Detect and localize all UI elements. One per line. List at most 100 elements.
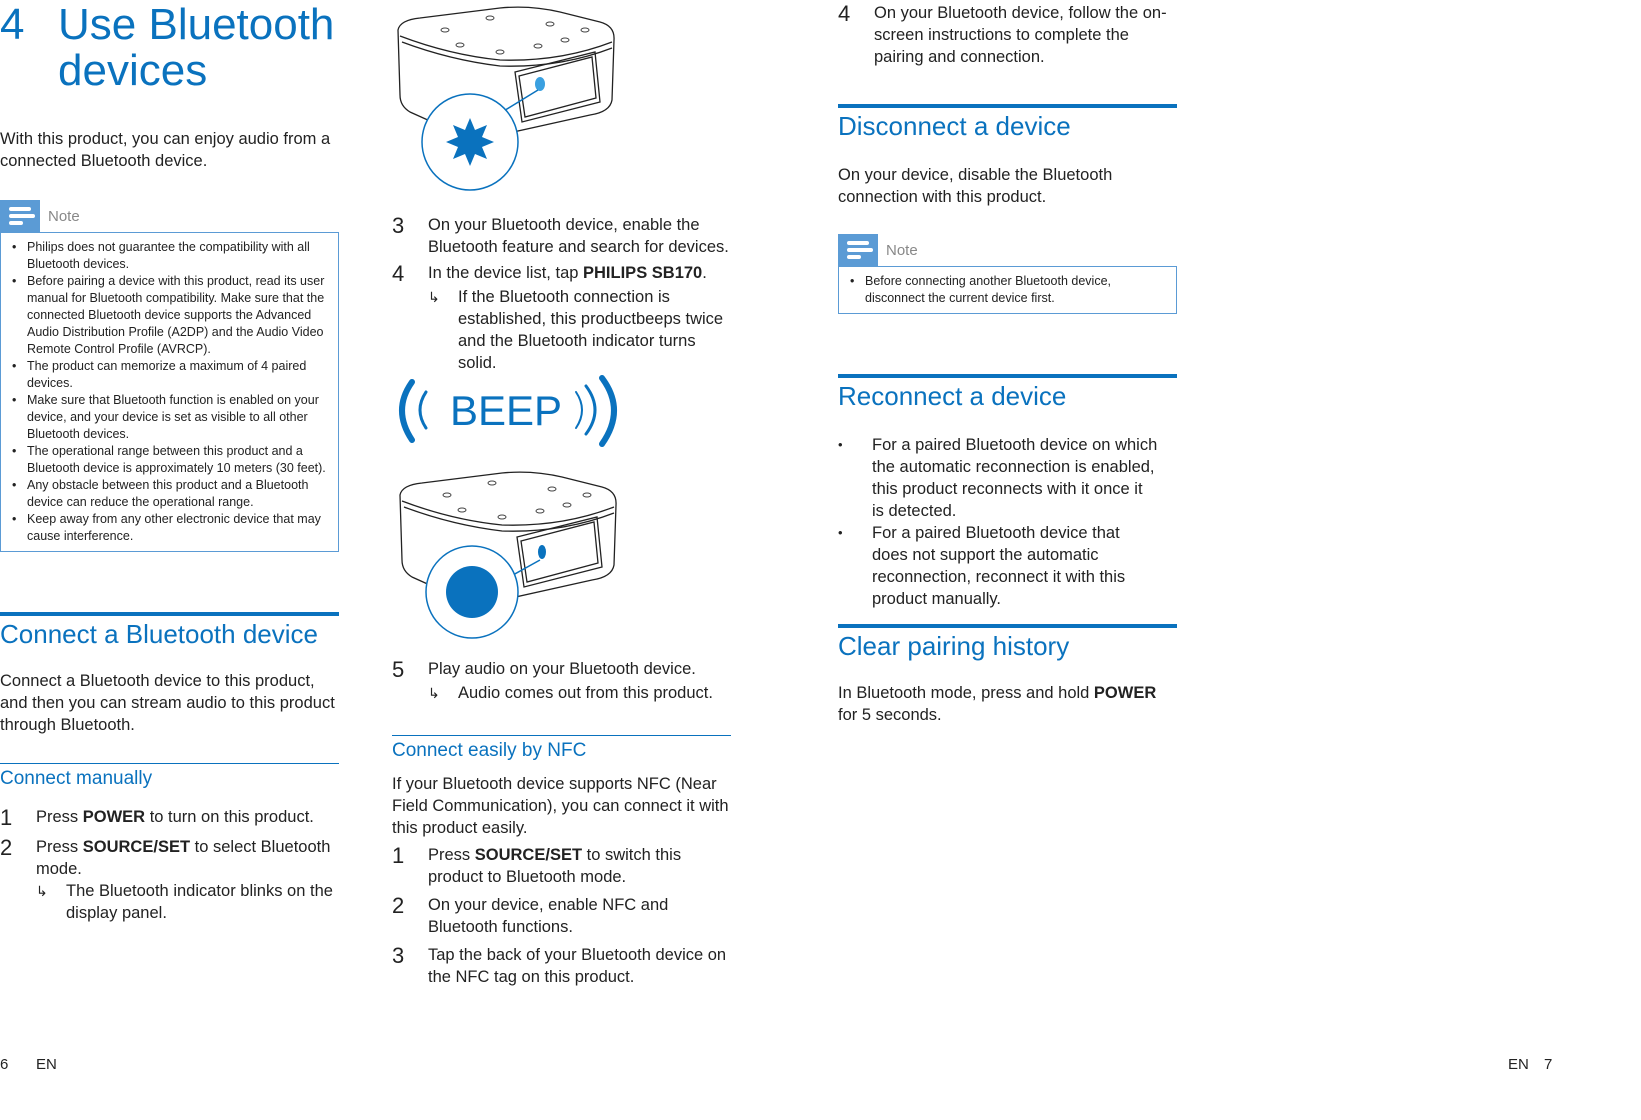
disconnect-note-panel: Note Before connecting another Bluetooth… [838,234,1177,314]
step-5-result: ↳ Audio comes out from this product. [392,682,732,704]
subsection-title-nfc: Connect easily by NFC [392,740,587,761]
solid-indicator-icon [446,566,498,618]
step-text: On your Bluetooth device, enable the Blu… [428,216,729,256]
result-arrow-icon: ↳ [428,289,440,305]
step-text: Press [36,838,83,856]
step-text: Press [36,808,83,826]
disconnect-text: On your device, disable the Bluetooth co… [838,166,1113,206]
step-1: 1 Press POWER to turn on this product. [0,806,340,830]
subsection-title-manual: Connect manually [0,768,153,789]
key-label: SOURCE/SET [82,838,191,856]
key-label: POWER [82,808,146,826]
nfc-steps: 1 Press SOURCE/SET to switch this produc… [392,844,732,988]
step-text: In the device list, tap [428,264,584,282]
right-step-4: 4 On your Bluetooth device, follow the o… [838,2,1178,68]
nfc-step-3: 3 Tap the back of your Bluetooth device … [392,944,732,988]
language-label: EN [1508,1056,1529,1073]
step-number: 3 [392,213,405,238]
step-text: Press [428,846,475,864]
footer-left: 6 EN [0,1056,57,1073]
section-rule [0,612,339,616]
step-4-result: ↳ If the Bluetooth connection is establi… [392,286,732,374]
nfc-intro: If your Bluetooth device supports NFC (N… [392,775,729,837]
note-icon [838,234,878,266]
note-item: Keep away from any other electronic devi… [12,511,330,545]
step-text: On your device, enable NFC and Bluetooth… [428,896,669,936]
beep-illustration: BEEP [390,370,650,640]
note-label: Note [48,207,80,225]
nfc-step-1: 1 Press SOURCE/SET to switch this produc… [392,844,732,888]
step-2-result: ↳ The Bluetooth indicator blinks on the … [0,880,340,924]
page-number: 7 [1544,1056,1553,1073]
step-number: 5 [392,657,405,682]
note-item: Philips does not guarantee the compatibi… [12,239,330,273]
chapter-title-line2: devices [58,46,208,95]
step-text: Play audio on your Bluetooth device. [428,660,696,678]
bluetooth-indicator-icon [538,545,546,559]
step-number: 3 [392,943,405,968]
note-icon [0,200,40,232]
note-item: Any obstacle between this product and a … [12,477,330,511]
note-header: Note [838,234,1177,266]
section-rule [838,624,1177,628]
section-title-clear: Clear pairing history [838,631,1070,661]
clear-text-pre: In Bluetooth mode, press and hold [838,684,1094,702]
key-label: SOURCE/SET [474,846,583,864]
note-item: Before connecting another Bluetooth devi… [850,273,1168,307]
reconnect-item: For a paired Bluetooth device that does … [838,522,1158,610]
chapter-number: 4 [0,0,25,49]
result-text: If the Bluetooth connection is establish… [458,288,724,372]
section-rule [838,104,1177,108]
step-text: Tap the back of your Bluetooth device on… [428,946,727,986]
beep-label: BEEP [450,387,563,434]
note-item: Before pairing a device with this produc… [12,273,330,358]
step-number: 1 [0,805,13,830]
clear-text: In Bluetooth mode, press and hold POWER … [838,682,1178,726]
section-rule [838,374,1177,378]
note-box: Before connecting another Bluetooth devi… [838,266,1177,314]
note-item: The operational range between this produ… [12,443,330,477]
step-5: 5 Play audio on your Bluetooth device. [392,658,732,682]
step-text: On your Bluetooth device, follow the on-… [874,4,1167,66]
section-title-disconnect: Disconnect a device [838,111,1071,141]
step-number: 2 [0,835,13,860]
language-label: EN [36,1056,57,1073]
page-number: 6 [0,1056,9,1073]
nfc-step-2: 2 On your device, enable NFC and Bluetoo… [392,894,732,938]
result-arrow-icon: ↳ [428,685,440,701]
note-panel: Note Philips does not guarantee the comp… [0,200,339,552]
chapter-heading: 4 Use Bluetooth devices [0,2,340,94]
result-text: The Bluetooth indicator blinks on the di… [66,882,333,922]
connect-intro: Connect a Bluetooth device to this produ… [0,672,335,734]
manual-steps: 1 Press POWER to turn on this product. 2… [0,806,340,924]
step-number: 4 [838,1,851,26]
step-2: 2 Press SOURCE/SET to select Bluetooth m… [0,836,340,880]
section-title-connect: Connect a Bluetooth device [0,619,318,649]
step-number: 2 [392,893,405,918]
blink-star-icon [446,118,494,166]
step-text: . [702,264,707,282]
step-3: 3 On your Bluetooth device, enable the B… [392,214,732,258]
note-item: The product can memorize a maximum of 4 … [12,358,330,392]
device-name: PHILIPS SB170 [583,264,703,282]
sound-wave-left-icon [399,379,415,443]
bluetooth-indicator-icon [535,77,545,91]
chapter-intro: With this product, you can enjoy audio f… [0,130,331,170]
chapter-title-line1: Use Bluetooth [58,0,335,49]
reconnect-item: For a paired Bluetooth device on which t… [838,434,1158,522]
note-label: Note [886,241,918,259]
sound-wave-right-icon [599,375,617,447]
speaker-illustration-blinking [397,6,615,191]
key-label: POWER [1093,684,1157,702]
result-arrow-icon: ↳ [36,883,48,899]
step-number: 1 [392,843,405,868]
note-header: Note [0,200,339,232]
note-box: Philips does not guarantee the compatibi… [0,232,339,552]
step-text: to turn on this product. [145,808,314,826]
result-text: Audio comes out from this product. [458,684,713,702]
note-item: Make sure that Bluetooth function is ena… [12,392,330,443]
subsection-rule [392,735,731,736]
subsection-rule [0,763,339,764]
middle-steps-top: 3 On your Bluetooth device, enable the B… [392,214,732,374]
step-5-block: 5 Play audio on your Bluetooth device. ↳… [392,658,732,704]
